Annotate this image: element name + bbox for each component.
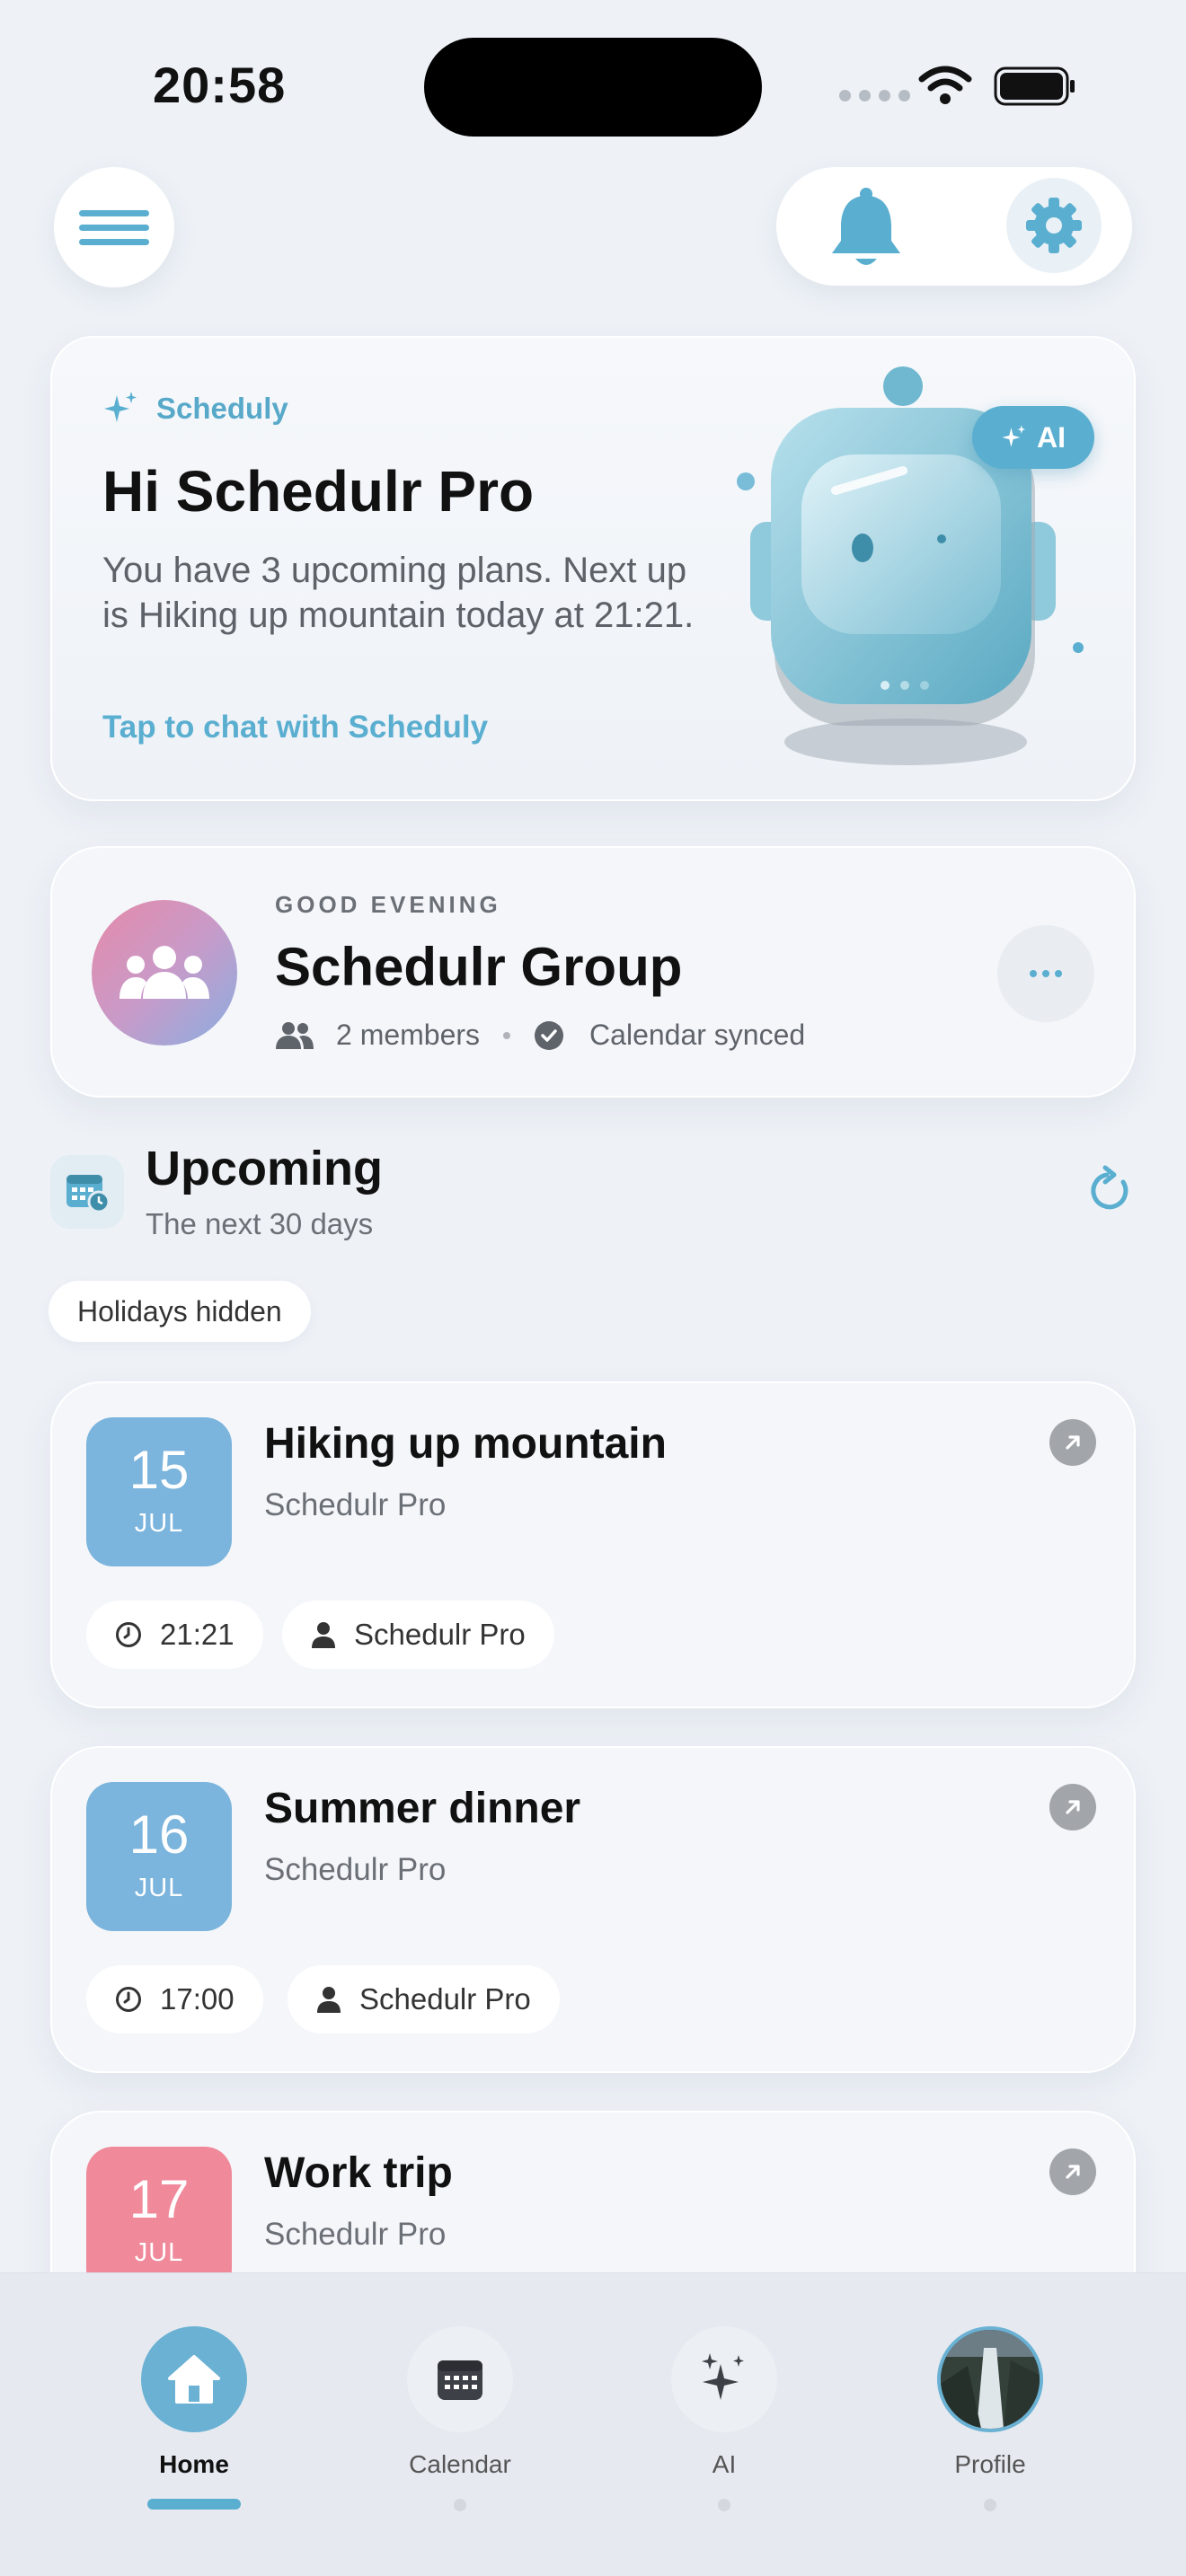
event-day: 15 <box>128 1440 190 1500</box>
event-date-badge: 15 JUL <box>86 1417 232 1566</box>
home-icon <box>141 2326 247 2432</box>
sparkle-icon <box>1002 425 1026 447</box>
event-owner: Schedulr Pro <box>264 2217 447 2252</box>
event-title: Work trip <box>264 2149 453 2197</box>
calendar-icon <box>407 2326 513 2432</box>
notifications-bell-icon[interactable] <box>827 187 906 269</box>
member-count: 2 members <box>336 1019 481 1051</box>
active-tab-indicator <box>147 2499 241 2510</box>
tab-label: Profile <box>954 2450 1026 2478</box>
check-circle-icon <box>535 1020 564 1050</box>
event-time: 17:00 <box>160 1982 235 2016</box>
event-time-chip: 17:00 <box>86 1965 263 2033</box>
event-date-badge: 16 JUL <box>86 1782 232 1931</box>
event-person: Schedulr Pro <box>359 1982 531 2016</box>
clock-icon <box>116 1987 141 2012</box>
event-person-chip: Schedulr Pro <box>282 1601 554 1669</box>
person-icon <box>312 1622 335 1648</box>
section-subtitle: The next 30 days <box>146 1207 374 1240</box>
dynamic-island <box>424 38 762 137</box>
settings-button[interactable] <box>1006 178 1102 273</box>
event-month: JUL <box>134 2238 184 2267</box>
event-owner: Schedulr Pro <box>264 1852 447 1887</box>
group-icon <box>119 946 209 999</box>
menu-button[interactable] <box>54 167 174 287</box>
tab-profile[interactable]: Profile <box>900 2326 1080 2511</box>
members-icon <box>276 1021 314 1049</box>
arrow-up-right-icon <box>1066 1800 1080 1814</box>
person-icon <box>317 1987 341 2013</box>
event-time: 21:21 <box>160 1618 235 1651</box>
tab-indicator <box>718 2499 730 2511</box>
chat-with-assistant-link[interactable]: Tap to chat with Scheduly <box>102 710 488 745</box>
assistant-summary: You have 3 upcoming plans. Next up is Hi… <box>102 551 695 635</box>
tab-indicator <box>984 2499 996 2511</box>
holidays-filter-chip[interactable]: Holidays hidden <box>49 1281 311 1342</box>
calendar-clock-icon <box>50 1155 124 1229</box>
group-more-button[interactable] <box>997 925 1094 1022</box>
open-event-button[interactable] <box>1049 1419 1096 1466</box>
tab-calendar[interactable]: Calendar <box>370 2326 550 2511</box>
sparkle-icon <box>104 392 137 422</box>
clock-icon <box>116 1622 141 1647</box>
tab-ai[interactable]: AI <box>634 2326 814 2511</box>
group-meta: 2 members Calendar synced <box>275 1019 805 1052</box>
ai-badge-label: AI <box>1037 420 1066 454</box>
tab-label: AI <box>712 2450 737 2478</box>
group-avatar <box>92 900 237 1045</box>
event-person-chip: Schedulr Pro <box>288 1965 560 2033</box>
meta-separator <box>503 1031 511 1039</box>
sparkle-icon <box>671 2326 777 2432</box>
cellular-signal-icon <box>839 90 910 101</box>
open-event-button[interactable] <box>1049 2148 1096 2195</box>
event-day: 16 <box>128 1804 190 1865</box>
refresh-icon[interactable] <box>1087 1164 1132 1214</box>
gear-icon <box>1026 198 1082 253</box>
event-owner: Schedulr Pro <box>264 1487 447 1522</box>
tab-label: Calendar <box>409 2450 511 2478</box>
event-person: Schedulr Pro <box>354 1618 526 1651</box>
arrow-up-right-icon <box>1066 1435 1080 1450</box>
greeting-label: GOOD EVENING <box>275 891 501 918</box>
tab-label: Home <box>159 2450 229 2478</box>
tab-home[interactable]: Home <box>104 2326 284 2510</box>
battery-icon <box>994 66 1075 106</box>
event-month: JUL <box>134 1874 184 1902</box>
avatar <box>937 2326 1043 2432</box>
wifi-icon <box>918 66 972 104</box>
group-name: Schedulr Group <box>275 937 683 997</box>
event-month: JUL <box>134 1509 184 1538</box>
open-event-button[interactable] <box>1049 1784 1096 1831</box>
tab-indicator <box>454 2499 466 2511</box>
hamburger-icon <box>79 202 149 253</box>
sync-status: Calendar synced <box>589 1019 806 1051</box>
arrow-up-right-icon <box>1066 2165 1080 2179</box>
assistant-greeting: Hi Schedulr Pro <box>102 459 535 524</box>
event-day: 17 <box>128 2169 190 2229</box>
event-title: Hiking up mountain <box>264 1420 667 1468</box>
section-title: Upcoming <box>146 1142 383 1195</box>
assistant-brand: Scheduly <box>156 392 288 425</box>
event-time-chip: 21:21 <box>86 1601 263 1669</box>
status-time: 20:58 <box>153 57 287 113</box>
ai-badge: AI <box>972 406 1094 469</box>
event-title: Summer dinner <box>264 1785 581 1832</box>
